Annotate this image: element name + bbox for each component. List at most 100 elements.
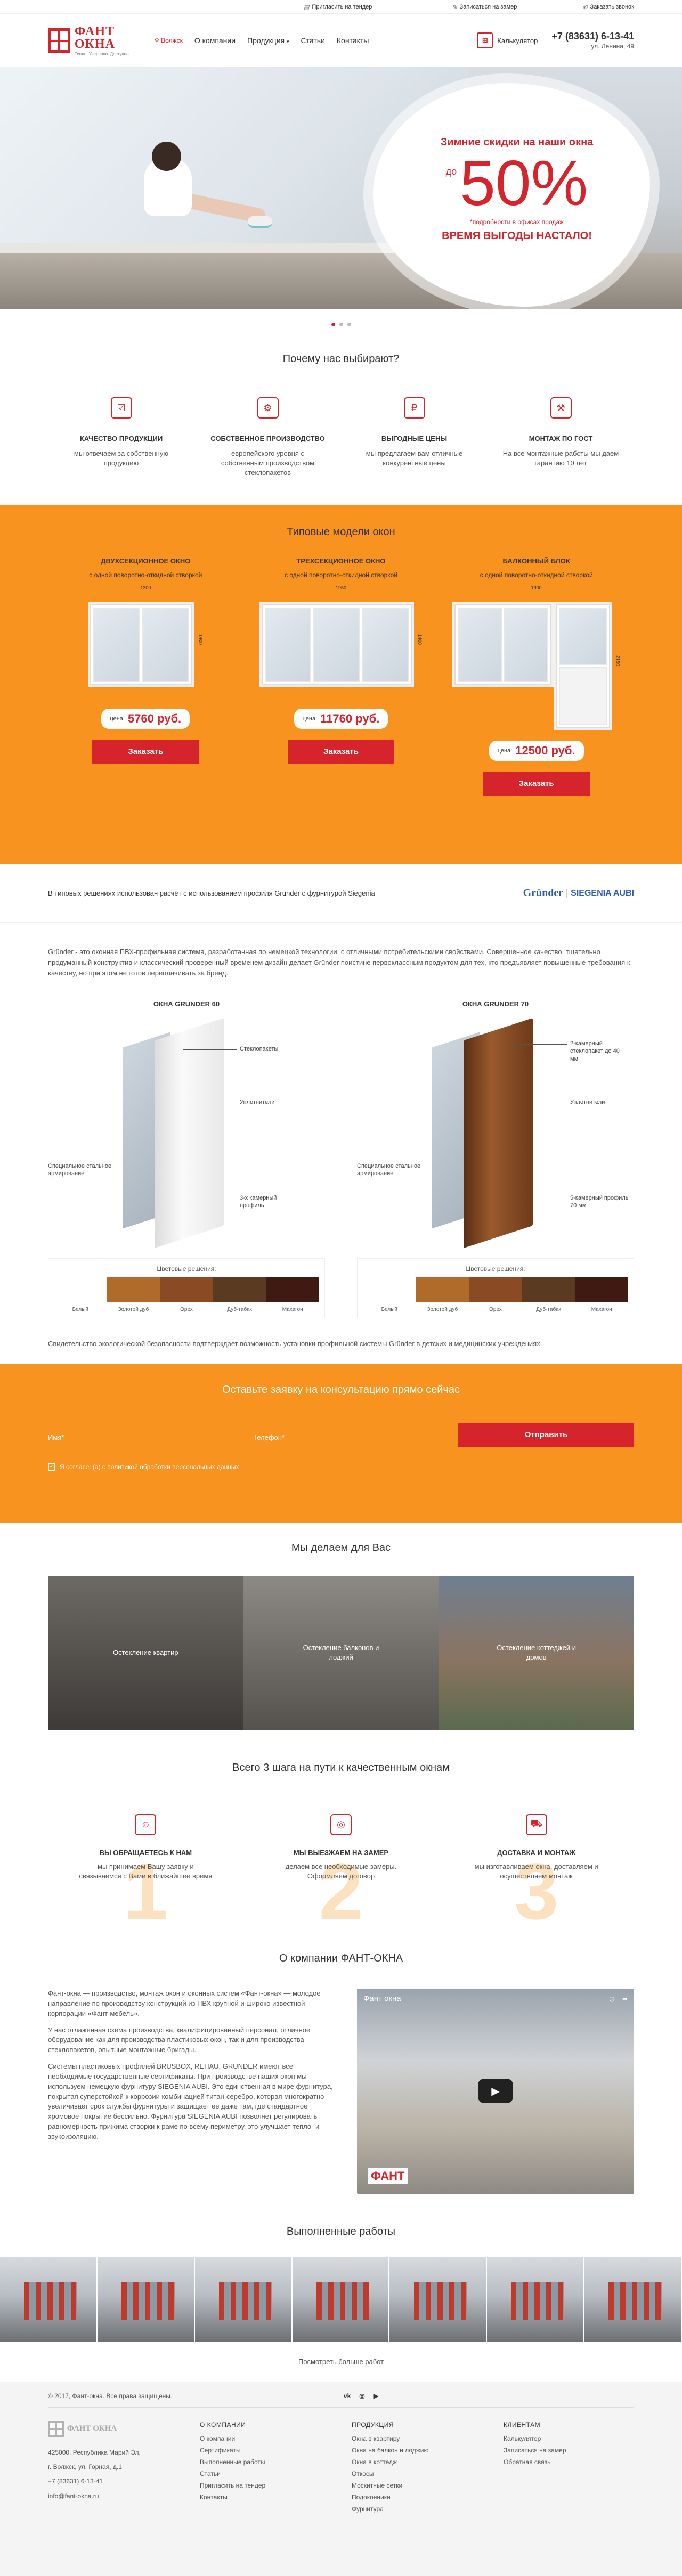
name-field[interactable]: Имя* bbox=[48, 1433, 229, 1447]
tender-link-label[interactable]: Пригласить на тендер bbox=[312, 4, 372, 10]
portfolio-photo[interactable] bbox=[194, 2256, 293, 2342]
footer-link[interactable]: Контакты bbox=[200, 2493, 352, 2501]
grunder-logo: Gründer bbox=[523, 887, 564, 899]
service-card[interactable]: Остекление квартир bbox=[48, 1575, 243, 1730]
city-selector[interactable]: ⚲ Волжск bbox=[155, 37, 183, 44]
more-works-link[interactable]: Посмотреть больше работ bbox=[0, 2358, 682, 2366]
order-button[interactable]: Заказать bbox=[287, 739, 394, 764]
portfolio-photo[interactable] bbox=[487, 2256, 585, 2342]
consultation-form: Оставьте заявку на консультацию прямо се… bbox=[0, 1363, 682, 1523]
color-swatch[interactable] bbox=[266, 1276, 319, 1302]
color-name: Золотой дуб bbox=[427, 1306, 458, 1312]
model-height: 1400 bbox=[417, 634, 423, 645]
vk-icon[interactable]: vk bbox=[344, 2392, 351, 2400]
measure-link[interactable]: ✎ Записаться на замер bbox=[452, 4, 517, 11]
footer-link[interactable]: Подоконники bbox=[352, 2493, 504, 2501]
footer-link[interactable]: Обратная связь bbox=[504, 2458, 634, 2466]
callback-link[interactable]: ✆ Заказать звонок bbox=[582, 4, 634, 11]
footer-link[interactable]: Пригласить на тендер bbox=[200, 2482, 352, 2489]
slider-dot[interactable] bbox=[347, 323, 351, 326]
portfolio-photo[interactable] bbox=[389, 2256, 488, 2342]
footer-link[interactable]: Записаться на замер bbox=[504, 2447, 634, 2454]
youtube-icon[interactable]: ▶ bbox=[374, 2392, 378, 2400]
calculator-link[interactable]: ⊞ Калькулятор bbox=[477, 32, 538, 48]
about-title: О компании ФАНТ-ОКНА bbox=[279, 1952, 403, 1964]
tape-measure-icon: ◎ bbox=[330, 1814, 352, 1835]
color-swatch[interactable] bbox=[54, 1276, 107, 1302]
footer-col-title: О КОМПАНИИ bbox=[200, 2421, 246, 2429]
about-text: Фант-окна — производство, монтаж окон и … bbox=[48, 1989, 336, 2194]
piggy-bank-icon: ₽ bbox=[403, 397, 425, 419]
color-swatch[interactable] bbox=[107, 1276, 160, 1302]
footer-link[interactable]: Откосы bbox=[352, 2470, 504, 2477]
model-card: ДВУХСЕКЦИОННОЕ ОКНО с одной поворотно-от… bbox=[48, 557, 243, 796]
consent-checkbox[interactable]: ✓ Я согласен(а) с политикой обработки пер… bbox=[48, 1463, 634, 1471]
cutaway-label: Специальное стальное армирование bbox=[48, 1162, 179, 1178]
services-title: Мы делаем для Вас bbox=[291, 1541, 391, 1554]
color-swatch[interactable] bbox=[213, 1276, 266, 1302]
footer-link[interactable]: Калькулятор bbox=[504, 2435, 634, 2442]
price-label: цена: bbox=[302, 715, 318, 722]
color-swatch[interactable] bbox=[575, 1276, 628, 1302]
slider-dot[interactable] bbox=[331, 323, 335, 326]
phone-field[interactable]: Телефон* bbox=[253, 1433, 434, 1447]
nav-products[interactable]: Продукция ▾ bbox=[247, 36, 289, 45]
checkbox-icon[interactable]: ✓ bbox=[48, 1463, 55, 1471]
slider-dot[interactable] bbox=[339, 323, 343, 326]
header-phone[interactable]: +7 (83631) 6-13-41 bbox=[551, 31, 634, 42]
service-card[interactable]: Остекление балконов и лоджий bbox=[243, 1575, 439, 1730]
tender-link[interactable]: ▤ Пригласить на тендер bbox=[304, 4, 372, 11]
why-item: ☑ КАЧЕСТВО ПРОДУКЦИИ мы отвечаем за собс… bbox=[48, 397, 194, 478]
color-name: Белый bbox=[381, 1306, 397, 1312]
window-models-section: Типовые модели окон ДВУХСЕКЦИОННОЕ ОКНО … bbox=[0, 504, 682, 864]
footer-email[interactable]: info@fant-okna.ru bbox=[48, 2491, 200, 2501]
footer-link[interactable]: Сертификаты bbox=[200, 2447, 352, 2454]
color-swatch[interactable] bbox=[363, 1276, 416, 1302]
callback-link-label[interactable]: Заказать звонок bbox=[590, 4, 634, 10]
portfolio-photo[interactable] bbox=[584, 2256, 682, 2342]
instagram-icon[interactable]: ◎ bbox=[359, 2392, 364, 2400]
portfolio-photo[interactable] bbox=[292, 2256, 390, 2342]
footer-link[interactable]: Выполненные работы bbox=[200, 2458, 352, 2466]
step-text: мы изготавливаем окна, доставляем и осущ… bbox=[474, 1862, 598, 1881]
share-icon[interactable]: ➦ bbox=[622, 1995, 628, 2003]
step-title: МЫ ВЫЕЗЖАЕМ НА ЗАМЕР bbox=[293, 1848, 389, 1857]
nav-contacts[interactable]: Контакты bbox=[337, 36, 369, 45]
video-player[interactable]: Фант окна ◷ ➦ ▶ ФАНТ bbox=[357, 1988, 634, 2194]
nav-articles[interactable]: Статьи bbox=[301, 36, 325, 45]
footer-link[interactable]: Окна в квартиру bbox=[352, 2435, 504, 2442]
footer-link[interactable]: Фурнитура bbox=[352, 2505, 504, 2513]
color-swatch[interactable] bbox=[160, 1276, 213, 1302]
order-button[interactable]: Заказать bbox=[483, 771, 590, 796]
cutaway-label: Уплотнители bbox=[513, 1098, 605, 1105]
footer-logo[interactable]: ФАНТ ОКНА bbox=[48, 2421, 200, 2437]
measure-link-label[interactable]: Записаться на замер bbox=[460, 4, 517, 10]
portfolio-photo[interactable] bbox=[0, 2256, 98, 2342]
nav-about[interactable]: О компании bbox=[194, 36, 236, 45]
model-width: 1300 bbox=[140, 585, 151, 590]
footer-address: 425000, Республика Марий Эл, bbox=[48, 2448, 141, 2456]
document-icon: ▤ bbox=[304, 4, 310, 11]
color-swatch[interactable] bbox=[522, 1276, 575, 1302]
footer-link[interactable]: О компании bbox=[200, 2435, 352, 2442]
footer-phone[interactable]: +7 (83631) 6-13-41 bbox=[48, 2476, 200, 2487]
play-icon[interactable]: ▶ bbox=[478, 2079, 513, 2104]
order-button[interactable]: Заказать bbox=[92, 739, 199, 764]
send-button[interactable]: Отправить bbox=[458, 1422, 634, 1447]
footer-link[interactable]: Окна в коттедж bbox=[352, 2458, 504, 2466]
clock-icon[interactable]: ◷ bbox=[609, 1995, 614, 2003]
portfolio-title: Выполненные работы bbox=[286, 2225, 396, 2237]
footer-link[interactable]: Москитные сетки bbox=[352, 2482, 504, 2489]
color-name: Дуб-табак bbox=[536, 1306, 561, 1312]
color-swatch[interactable] bbox=[469, 1276, 522, 1302]
color-swatch[interactable] bbox=[416, 1276, 469, 1302]
promo-prefix: до bbox=[445, 166, 457, 177]
footer-col-company: О КОМПАНИИ О компании Сертификаты Выполн… bbox=[200, 2421, 352, 2517]
profile-image: 2-камерный стеклопакет до 40 мм Уплотнит… bbox=[357, 1018, 634, 1249]
portfolio-photo[interactable] bbox=[97, 2256, 195, 2342]
footer-link[interactable]: Статьи bbox=[200, 2470, 352, 2477]
footer-link[interactable]: Окна на балкон и лоджию bbox=[352, 2447, 504, 2454]
siegenia-logo: SIEGENIA AUBI bbox=[566, 888, 634, 898]
service-card[interactable]: Остекление коттеджей и домов bbox=[439, 1575, 634, 1730]
logo[interactable]: ФАНТ ОКНА Тепло. Уверенно. Доступно. bbox=[48, 25, 149, 56]
